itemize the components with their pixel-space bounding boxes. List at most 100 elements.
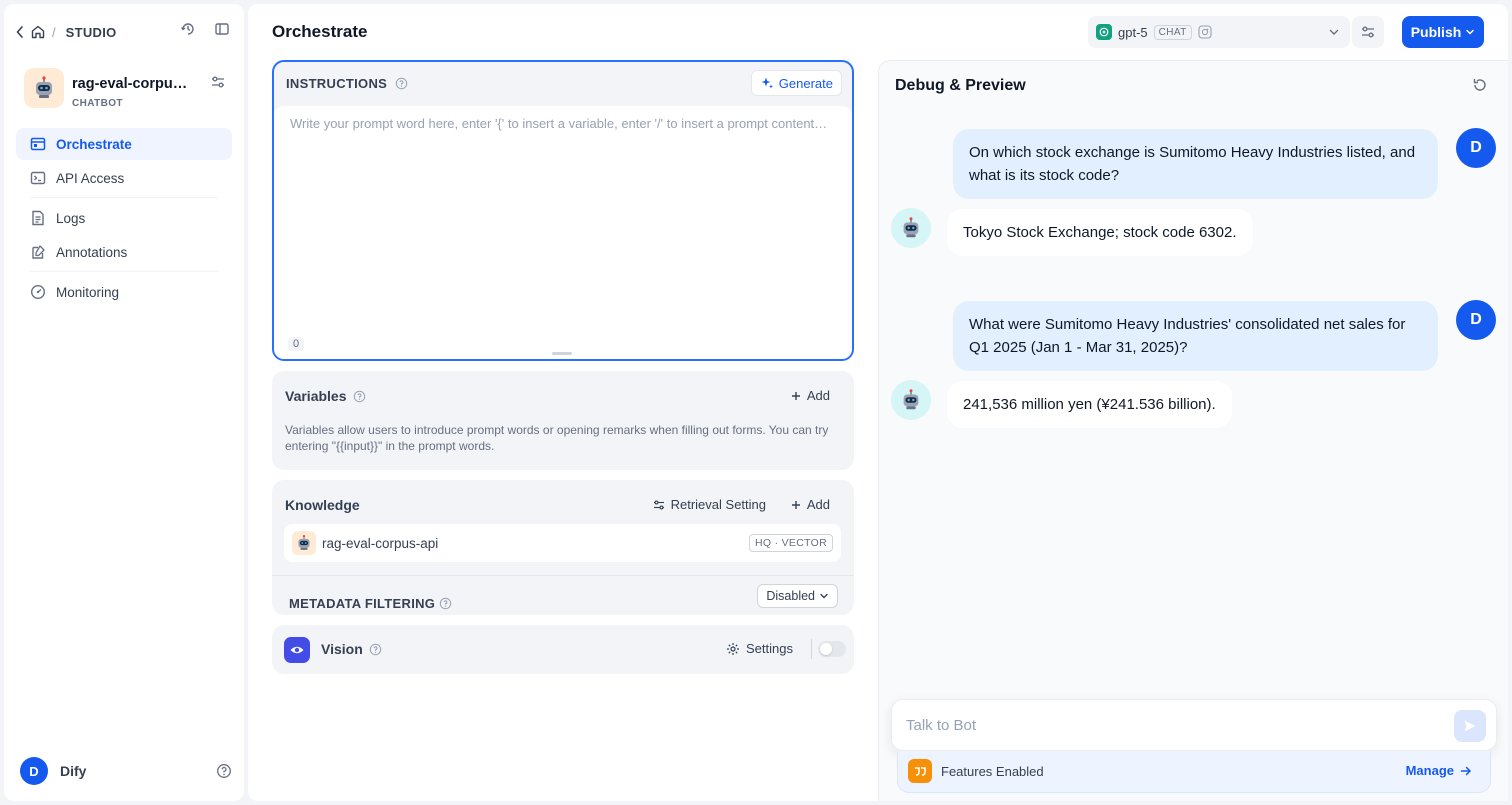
sidebar-item-annotations[interactable]: Annotations [16,236,232,268]
sidebar-top-actions [180,21,230,37]
generate-label: Generate [778,75,833,91]
model-params-button[interactable] [1352,16,1384,48]
chevron-down-icon [1465,27,1475,37]
vision-settings-button[interactable]: Settings [726,641,793,656]
info-icon[interactable] [439,597,452,610]
metadata-filtering-select[interactable]: Disabled [757,584,838,608]
sidebar-item-monitoring[interactable]: Monitoring [16,276,232,308]
app-type: CHATBOT [72,98,123,109]
nav-divider [30,271,218,272]
sidebar-item-label: API Access [56,170,125,186]
prompt-placeholder: Write your prompt word here, enter '{' t… [290,116,830,131]
layout-icon [30,136,46,152]
back-chevron-icon[interactable] [16,26,24,38]
vision-panel: Vision Settings [272,625,854,674]
model-mode-badge: CHAT [1153,24,1192,40]
arrow-right-icon [1460,765,1472,777]
sidebar-item-api-access[interactable]: API Access [16,162,232,194]
sliders-icon [1360,24,1376,40]
openai-icon [1096,24,1112,40]
workspace-switcher[interactable]: D Dify [20,757,232,785]
vision-toggle[interactable] [818,641,846,657]
model-name: gpt-5 [1118,24,1148,40]
app-settings-icon[interactable] [210,74,226,90]
info-icon[interactable] [353,390,366,403]
chevron-down-icon [1328,26,1340,38]
features-bar: Features Enabled Manage [897,751,1491,793]
plus-icon [791,391,801,401]
model-selector[interactable]: gpt-5 CHAT [1088,16,1350,48]
variables-description: Variables allow users to introduce promp… [285,423,829,453]
resize-handle[interactable] [552,352,572,355]
terminal-icon [30,170,46,186]
sidebar-item-label: Monitoring [56,284,120,300]
chevron-down-icon [819,591,829,601]
switch-app-icon[interactable] [180,21,196,37]
manage-features-button[interactable]: Manage [1406,763,1472,778]
breadcrumb: / STUDIO [16,21,117,43]
robot-icon [899,388,923,412]
robot-icon [292,531,316,555]
send-button[interactable] [1454,710,1486,742]
chat-input[interactable]: Talk to Bot [891,699,1497,751]
manage-label: Manage [1405,763,1454,778]
info-icon[interactable] [395,77,408,90]
knowledge-index-badge: HQ · VECTOR [749,534,833,552]
variables-header: Variables [285,388,366,404]
sidebar-item-label: Orchestrate [56,136,132,152]
sidebar-item-logs[interactable]: Logs [16,202,232,234]
add-knowledge-button[interactable]: Add [791,497,830,512]
add-variable-button[interactable]: Add [791,388,830,403]
sidebar: / STUDIO rag-eval-corpus-api CHATBOT Orc… [4,4,244,801]
file-list-icon [30,210,46,226]
eye-icon [284,637,310,663]
nav-divider [30,197,218,198]
char-count: 0 [288,337,305,351]
features-enabled-label: Features Enabled [941,764,1044,779]
sidebar-item-orchestrate[interactable]: Orchestrate [16,128,232,160]
generate-button[interactable]: Generate [750,70,842,96]
divider [272,575,854,576]
instructions-title: INSTRUCTIONS [286,76,388,91]
send-icon [1463,719,1477,733]
app-info[interactable]: rag-eval-corpus-api CHATBOT [24,68,234,114]
publish-button[interactable]: Publish [1402,16,1484,48]
sliders-icon [653,499,665,511]
sidebar-nav: Orchestrate API Access Logs Annotations [16,128,232,310]
robot-icon [899,216,923,240]
breadcrumb-separator: / [52,24,56,40]
settings-label: Settings [746,641,793,656]
debug-preview-panel: Debug & Preview On which stock exchange … [878,60,1508,801]
info-icon[interactable] [369,643,382,656]
toggle-knob [820,643,832,655]
refresh-icon[interactable] [1472,77,1488,93]
bot-message: 241,536 million yen (¥241.536 billion). [947,381,1232,428]
prompt-editor[interactable]: Write your prompt word here, enter '{' t… [274,106,852,359]
variables-title: Variables [285,388,347,404]
vision-header: Vision [321,641,382,657]
debug-title: Debug & Preview [895,77,1026,94]
knowledge-item[interactable]: rag-eval-corpus-api HQ · VECTOR [284,524,841,562]
model-feature-icon [1198,25,1212,39]
bot-avatar [891,208,931,248]
bot-avatar [891,380,931,420]
add-label: Add [806,497,830,512]
help-icon[interactable] [216,763,232,779]
retrieval-setting-button[interactable]: Retrieval Setting [653,497,766,512]
knowledge-title: Knowledge [285,497,360,513]
sidebar-item-label: Annotations [56,244,128,260]
page-title: Orchestrate [272,22,368,41]
chat-input-placeholder: Talk to Bot [906,717,977,734]
instructions-card: INSTRUCTIONS Generate Write your prompt … [272,60,854,361]
collapse-sidebar-icon[interactable] [214,21,230,37]
add-label: Add [806,388,830,403]
home-icon[interactable] [30,24,46,40]
main-panel: Orchestrate gpt-5 CHAT Publish INSTRUCTI… [248,4,1508,801]
vision-title: Vision [321,641,363,657]
breadcrumb-studio[interactable]: STUDIO [66,25,117,40]
knowledge-panel: Knowledge Retrieval Setting Add rag-eval… [272,480,854,615]
robot-icon [31,75,57,101]
avatar: D [20,757,48,785]
retrieval-setting-label: Retrieval Setting [670,497,766,512]
metadata-filtering-value: Disabled [766,589,815,603]
